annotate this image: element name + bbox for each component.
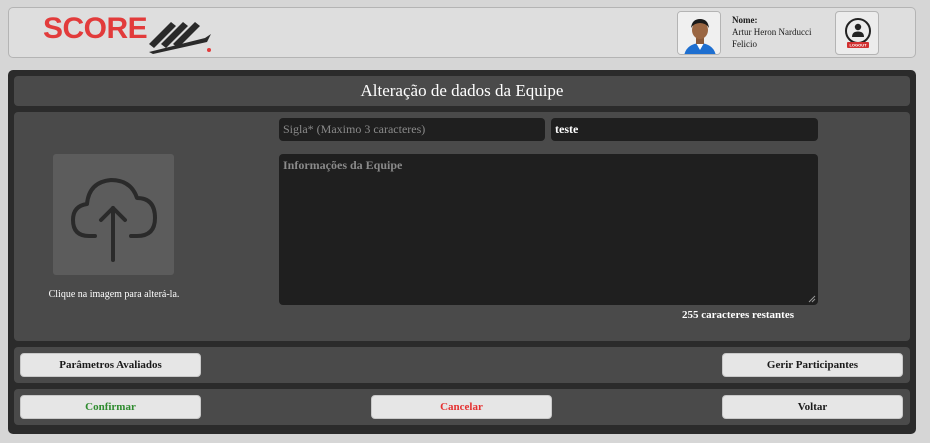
top-header: SCORE Nome: Artur Heron Narducci Felicio	[8, 7, 916, 58]
cloud-upload-icon	[71, 178, 157, 262]
main-panel: Alteração de dados da Equipe Clique na i…	[8, 70, 916, 434]
team-form: Clique na imagem para alterá-la. Sigla* …	[14, 112, 910, 341]
resize-handle-icon[interactable]	[808, 295, 816, 303]
logout-icon: LOGOUT	[845, 18, 871, 48]
image-upload[interactable]	[53, 154, 174, 275]
team-info-textarea[interactable]	[279, 154, 818, 305]
secondary-actions-bar: Parâmetros Avaliados Gerir Participantes	[14, 347, 910, 383]
logout-label: LOGOUT	[849, 43, 867, 48]
logout-button[interactable]: LOGOUT	[835, 11, 879, 55]
user-avatar	[677, 11, 721, 55]
sigla-input[interactable]	[551, 118, 818, 141]
upload-caption: Clique na imagem para alterá-la.	[48, 289, 180, 300]
logo-stripes-icon	[149, 22, 211, 54]
chars-remaining: 255 caracteres restantes	[682, 309, 794, 321]
user-name: Artur Heron Narducci Felicio	[732, 27, 812, 49]
user-name-label: Nome:	[732, 15, 758, 25]
page-title: Alteração de dados da Equipe	[14, 76, 910, 106]
primary-actions-bar: Confirmar Cancelar Voltar	[14, 389, 910, 425]
parametros-avaliados-button[interactable]: Parâmetros Avaliados	[20, 353, 201, 377]
gerir-participantes-button[interactable]: Gerir Participantes	[722, 353, 903, 377]
sigla-label: Sigla* (Maximo 3 caracteres)	[279, 118, 545, 141]
voltar-button[interactable]: Voltar	[722, 395, 903, 419]
user-info: Nome: Artur Heron Narducci Felicio	[732, 14, 832, 50]
confirmar-button[interactable]: Confirmar	[20, 395, 201, 419]
cancelar-button[interactable]: Cancelar	[371, 395, 552, 419]
score-logo: SCORE	[43, 12, 223, 56]
logo-text: SCORE	[43, 12, 148, 45]
